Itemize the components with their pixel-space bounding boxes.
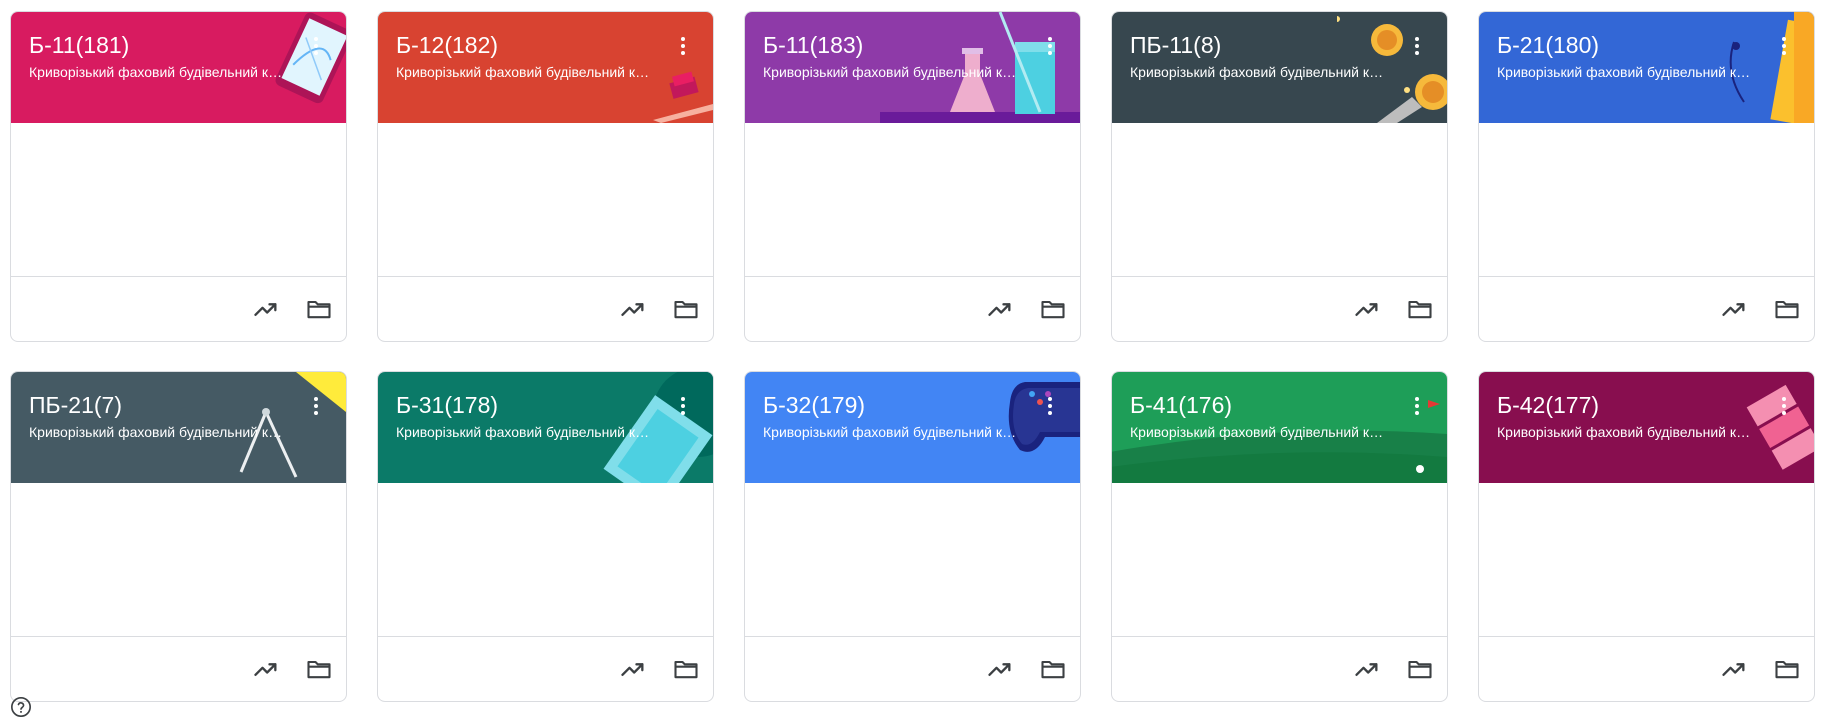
class-section: Криворізький фаховий будівельний коледж bbox=[1130, 64, 1387, 80]
class-section: Криворізький фаховий будівельний коледж bbox=[1497, 64, 1754, 80]
class-card[interactable]: Б-42(177) Криворізький фаховий будівельни… bbox=[1478, 371, 1815, 702]
more-options-icon[interactable] bbox=[1772, 34, 1796, 58]
class-section: Криворізький фаховий будівельний коледж bbox=[29, 424, 286, 440]
class-card-footer bbox=[1479, 636, 1814, 701]
class-title-link[interactable]: ПБ-21(7) bbox=[29, 392, 122, 419]
folder-icon[interactable] bbox=[305, 655, 333, 683]
tickets-illustration bbox=[1746, 384, 1814, 470]
class-title-link[interactable]: Б-31(178) bbox=[396, 392, 498, 419]
class-card[interactable]: Б-41(176) Криворізький фаховий будівельни… bbox=[1111, 371, 1448, 702]
trending-up-icon[interactable] bbox=[619, 295, 647, 323]
more-options-icon[interactable] bbox=[304, 394, 328, 418]
class-banner[interactable]: ПБ-11(8) Криворізький фаховий будівельний… bbox=[1112, 12, 1447, 123]
folder-icon[interactable] bbox=[1039, 295, 1067, 323]
class-card-footer bbox=[1479, 276, 1814, 341]
folder-icon[interactable] bbox=[1406, 295, 1434, 323]
class-card[interactable]: ПБ-11(8) Криворізький фаховий будівельний… bbox=[1111, 11, 1448, 342]
help-icon[interactable] bbox=[10, 696, 32, 718]
class-banner[interactable]: Б-42(177) Криворізький фаховий будівельни… bbox=[1479, 372, 1814, 483]
class-title-link[interactable]: Б-32(179) bbox=[763, 392, 865, 419]
class-section: Криворізький фаховий будівельний коледж bbox=[396, 64, 653, 80]
class-title-link[interactable]: Б-12(182) bbox=[396, 32, 498, 59]
class-card-footer bbox=[1112, 636, 1447, 701]
trending-up-icon[interactable] bbox=[1720, 295, 1748, 323]
class-card[interactable]: Б-32(179) Криворізький фаховий будівельни… bbox=[744, 371, 1081, 702]
class-section: Криворізький фаховий будівельний коледж bbox=[763, 64, 1020, 80]
class-card-footer bbox=[378, 636, 713, 701]
class-card[interactable]: Б-31(178) Криворізький фаховий будівельни… bbox=[377, 371, 714, 702]
more-options-icon[interactable] bbox=[1405, 34, 1429, 58]
class-section: Криворізький фаховий будівельний коледж bbox=[1130, 424, 1387, 440]
class-section: Криворізький фаховий будівельний коледж bbox=[396, 424, 653, 440]
folder-icon[interactable] bbox=[1773, 295, 1801, 323]
class-card[interactable]: Б-11(183) Криворізький фаховий будівельни… bbox=[744, 11, 1081, 342]
class-card[interactable]: Б-21(180) Криворізький фаховий будівельни… bbox=[1478, 11, 1815, 342]
trending-up-icon[interactable] bbox=[1353, 295, 1381, 323]
class-section: Криворізький фаховий будівельний коледж bbox=[763, 424, 1020, 440]
folder-icon[interactable] bbox=[672, 655, 700, 683]
class-card-footer bbox=[378, 276, 713, 341]
class-title-link[interactable]: Б-11(181) bbox=[29, 32, 129, 59]
class-card-footer bbox=[745, 276, 1080, 341]
class-section: Криворізький фаховий будівельний коледж bbox=[29, 64, 286, 80]
more-options-icon[interactable] bbox=[1772, 394, 1796, 418]
class-card-footer bbox=[11, 636, 346, 701]
class-title-link[interactable]: Б-11(183) bbox=[763, 32, 863, 59]
more-options-icon[interactable] bbox=[1405, 394, 1429, 418]
folder-icon[interactable] bbox=[672, 295, 700, 323]
class-card-footer bbox=[745, 636, 1080, 701]
more-options-icon[interactable] bbox=[1038, 394, 1062, 418]
class-card[interactable]: ПБ-21(7) Криворізький фаховий будівельний… bbox=[10, 371, 347, 702]
class-section: Криворізький фаховий будівельний коледж bbox=[1497, 424, 1754, 440]
class-banner[interactable]: ПБ-21(7) Криворізький фаховий будівельний… bbox=[11, 372, 346, 483]
class-banner[interactable]: Б-11(181) Криворізький фаховий будівельни… bbox=[11, 12, 346, 123]
trending-up-icon[interactable] bbox=[1720, 655, 1748, 683]
folder-icon[interactable] bbox=[1039, 655, 1067, 683]
trending-up-icon[interactable] bbox=[252, 295, 280, 323]
class-banner[interactable]: Б-12(182) Криворізький фаховий будівельни… bbox=[378, 12, 713, 123]
trending-up-icon[interactable] bbox=[986, 295, 1014, 323]
class-card-footer bbox=[1112, 276, 1447, 341]
more-options-icon[interactable] bbox=[671, 34, 695, 58]
trending-up-icon[interactable] bbox=[619, 655, 647, 683]
class-banner[interactable]: Б-31(178) Криворізький фаховий будівельни… bbox=[378, 372, 713, 483]
class-banner[interactable]: Б-21(180) Криворізький фаховий будівельни… bbox=[1479, 12, 1814, 123]
more-options-icon[interactable] bbox=[1038, 34, 1062, 58]
class-title-link[interactable]: Б-42(177) bbox=[1497, 392, 1599, 419]
class-title-link[interactable]: ПБ-11(8) bbox=[1130, 32, 1221, 59]
folder-icon[interactable] bbox=[305, 295, 333, 323]
trending-up-icon[interactable] bbox=[986, 655, 1014, 683]
class-banner[interactable]: Б-41(176) Криворізький фаховий будівельни… bbox=[1112, 372, 1447, 483]
class-card[interactable]: Б-12(182) Криворізький фаховий будівельни… bbox=[377, 11, 714, 342]
trending-up-icon[interactable] bbox=[252, 655, 280, 683]
folder-icon[interactable] bbox=[1406, 655, 1434, 683]
class-title-link[interactable]: Б-21(180) bbox=[1497, 32, 1599, 59]
class-card-footer bbox=[11, 276, 346, 341]
class-card[interactable]: Б-11(181) Криворізький фаховий будівельни… bbox=[10, 11, 347, 342]
folder-icon[interactable] bbox=[1773, 655, 1801, 683]
class-title-link[interactable]: Б-41(176) bbox=[1130, 392, 1232, 419]
books-illustration bbox=[653, 71, 713, 123]
class-banner[interactable]: Б-11(183) Криворізький фаховий будівельни… bbox=[745, 12, 1080, 123]
class-banner[interactable]: Б-32(179) Криворізький фаховий будівельни… bbox=[745, 372, 1080, 483]
more-options-icon[interactable] bbox=[304, 34, 328, 58]
trending-up-icon[interactable] bbox=[1353, 655, 1381, 683]
more-options-icon[interactable] bbox=[671, 394, 695, 418]
